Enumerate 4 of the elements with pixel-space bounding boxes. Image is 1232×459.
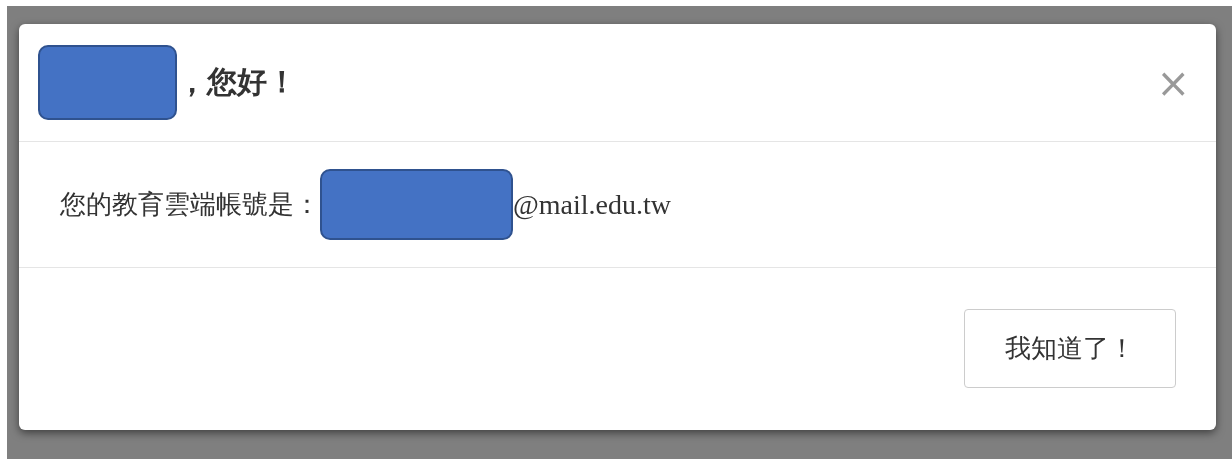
account-label: 您的教育雲端帳號是： xyxy=(60,188,320,221)
email-domain: @mail.edu.tw xyxy=(513,188,671,221)
dialog-title: ，您好！ xyxy=(177,63,297,101)
confirm-button[interactable]: 我知道了！ xyxy=(964,309,1176,388)
